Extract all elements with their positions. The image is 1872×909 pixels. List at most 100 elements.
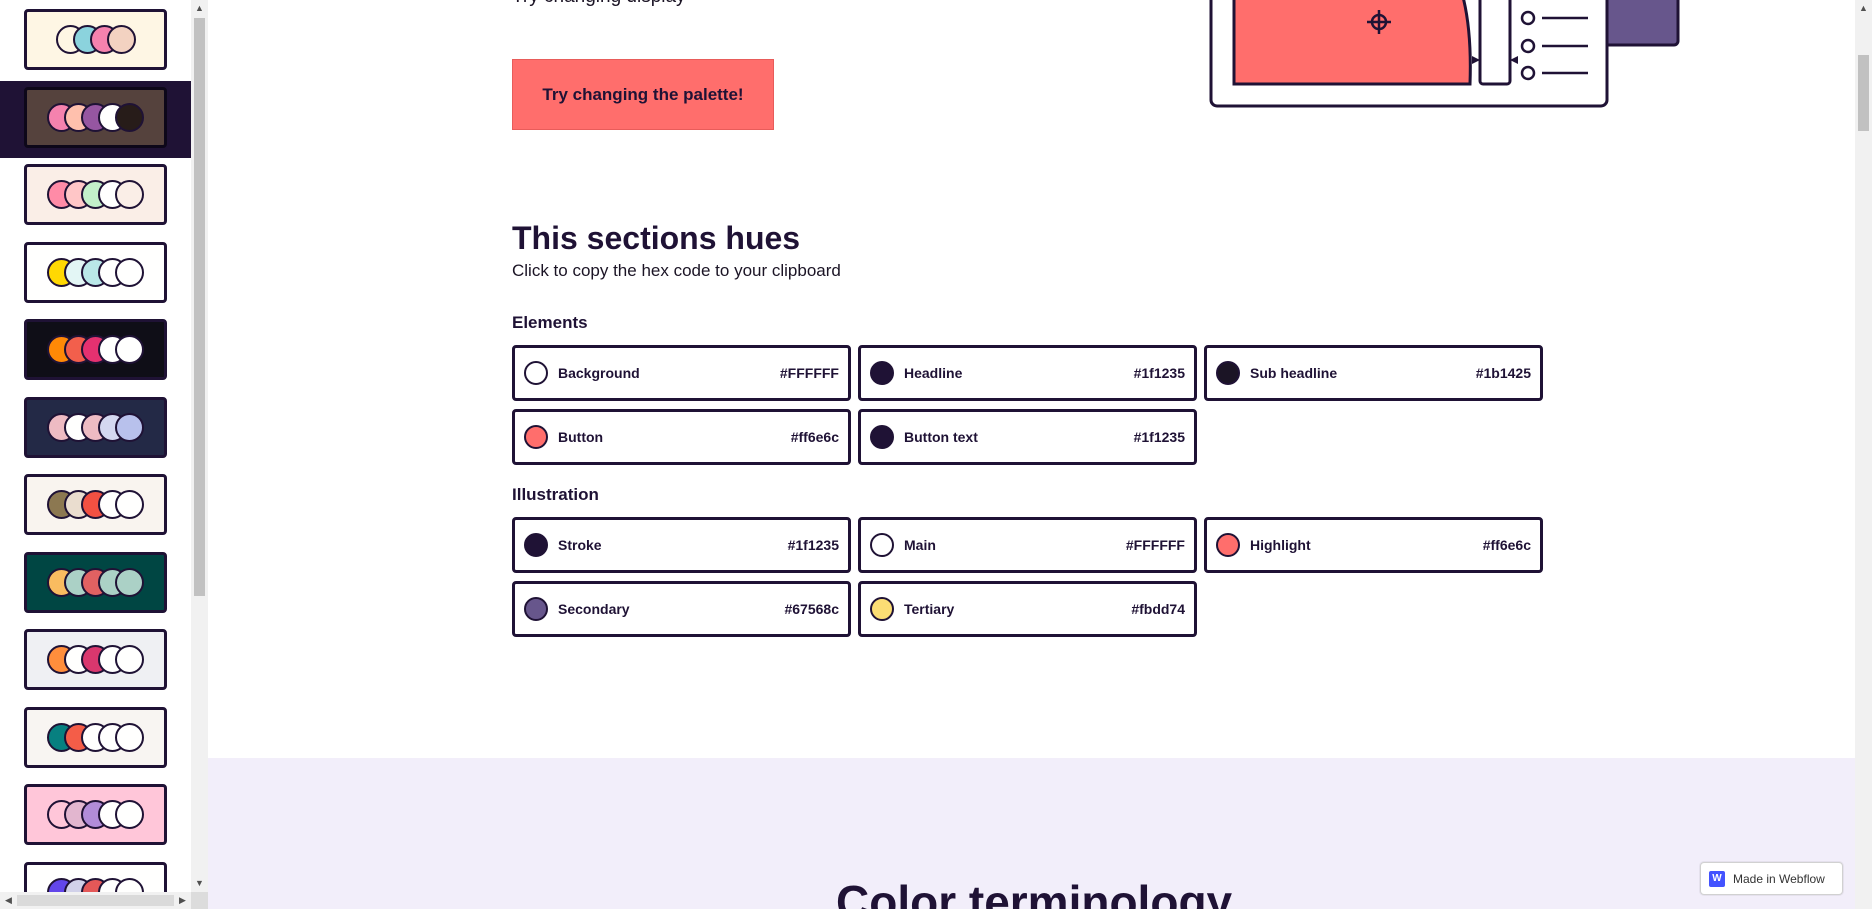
swatch-name: Sub headline: [1250, 365, 1338, 381]
palette-card[interactable]: [24, 629, 167, 690]
palette-card[interactable]: [24, 241, 167, 303]
palette-color-dot: [115, 180, 144, 209]
palette-swatches: [47, 567, 144, 597]
swatch-color-dot: [870, 533, 894, 557]
elements-label: Elements: [512, 313, 588, 332]
webflow-logo-icon: W: [1709, 870, 1725, 887]
palette-option[interactable]: [0, 468, 191, 545]
palette-color-dot: [115, 102, 144, 132]
swatch-color-dot: [524, 597, 548, 621]
palette-swatches: [47, 102, 144, 132]
swatch-color-dot: [524, 533, 548, 557]
swatch-hex: #1f1235: [1133, 429, 1185, 445]
palette-card[interactable]: [24, 706, 167, 768]
swatch-name: Highlight: [1250, 537, 1311, 553]
palette-card[interactable]: [24, 164, 167, 225]
palette-option[interactable]: [0, 158, 191, 235]
palette-card[interactable]: [24, 9, 167, 70]
color-swatch-sub-headline[interactable]: Sub headline #1b1425: [1204, 345, 1543, 401]
swatch-hex: #67568c: [784, 601, 839, 617]
palette-color-dot: [115, 800, 144, 829]
swatch-hex: #1f1235: [1133, 365, 1185, 381]
palette-sidebar: [0, 0, 191, 909]
illustration-label: Illustration: [512, 485, 599, 504]
section-title: This sections hues: [512, 220, 801, 256]
main-scrollbar[interactable]: ▲: [1855, 0, 1872, 909]
palette-swatches: [47, 645, 144, 674]
palette-option[interactable]: [0, 3, 191, 80]
terminology-section: Color terminology: [208, 758, 1855, 909]
swatch-color-dot: [1216, 533, 1240, 557]
palette-card[interactable]: [24, 319, 167, 380]
hero-cut-text: Try changing display: [512, 0, 686, 8]
palette-swatches: [47, 180, 144, 209]
scroll-left-arrow-icon[interactable]: ◀: [0, 892, 17, 909]
palette-option[interactable]: [0, 623, 191, 700]
color-swatch-highlight[interactable]: Highlight #ff6e6c: [1204, 517, 1543, 573]
swatch-color-dot: [870, 425, 894, 449]
swatch-hex: #ff6e6c: [790, 429, 839, 445]
palette-card[interactable]: [24, 474, 167, 535]
sidebar-scrollbar[interactable]: ▲ ▼: [191, 0, 208, 892]
color-swatch-stroke[interactable]: Stroke #1f1235: [512, 517, 851, 573]
palette-option[interactable]: [0, 391, 191, 468]
made-in-webflow-badge[interactable]: W Made in Webflow: [1700, 862, 1843, 895]
swatch-name: Button text: [904, 429, 978, 445]
color-swatch-button[interactable]: Button #ff6e6c: [512, 409, 851, 465]
swatch-name: Headline: [904, 365, 963, 381]
palette-swatches: [47, 722, 144, 752]
color-swatch-headline[interactable]: Headline #1f1235: [858, 345, 1197, 401]
swatch-name: Secondary: [558, 601, 630, 617]
swatch-color-dot: [524, 425, 548, 449]
palette-option[interactable]: [0, 701, 191, 778]
scroll-down-arrow-icon[interactable]: ▼: [191, 875, 208, 892]
color-swatch-button-text[interactable]: Button text #1f1235: [858, 409, 1197, 465]
palette-option[interactable]: [0, 313, 191, 390]
palette-card[interactable]: [24, 551, 167, 613]
try-palette-button[interactable]: Try changing the palette!: [512, 59, 774, 130]
palette-color-dot: [115, 257, 144, 287]
horizontal-scroll-thumb[interactable]: [17, 895, 174, 906]
sidebar-scroll-thumb[interactable]: [194, 18, 205, 596]
swatch-hex: #fbdd74: [1131, 601, 1185, 617]
palette-color-dot: [115, 490, 144, 519]
slider-track-shape: [1478, 0, 1512, 86]
palette-color-dot: [115, 335, 144, 364]
sidebar-horizontal-scrollbar[interactable]: ◀ ▶: [0, 892, 191, 909]
section-subtitle: Click to copy the hex code to your clipb…: [512, 261, 841, 280]
red-area-shape: [1232, 0, 1472, 86]
swatch-name: Stroke: [558, 537, 602, 553]
scroll-right-arrow-icon[interactable]: ▶: [174, 892, 191, 909]
color-swatch-secondary[interactable]: Secondary #67568c: [512, 581, 851, 637]
palette-option[interactable]: [0, 80, 191, 158]
swatch-hex: #ff6e6c: [1482, 537, 1531, 553]
swatch-hex: #1b1425: [1475, 365, 1531, 381]
palette-card[interactable]: [24, 86, 167, 148]
palette-card[interactable]: [24, 784, 167, 845]
webflow-badge-label: Made in Webflow: [1733, 871, 1825, 886]
swatch-color-dot: [870, 361, 894, 385]
swatch-color-dot: [524, 361, 548, 385]
terminology-title: Color terminology: [836, 876, 1233, 909]
scroll-up-arrow-icon[interactable]: ▲: [191, 0, 208, 17]
palette-color-dot: [115, 412, 144, 442]
hero-illustration: [1209, 0, 1680, 108]
swatch-color-dot: [1216, 361, 1240, 385]
swatch-hex: #1f1235: [787, 537, 839, 553]
palette-option[interactable]: [0, 236, 191, 313]
palette-card[interactable]: [24, 396, 167, 458]
palette-option[interactable]: [0, 546, 191, 623]
swatch-hex: #FFFFFF: [1125, 537, 1185, 553]
swatch-color-dot: [870, 597, 894, 621]
palette-swatches: [55, 25, 136, 54]
palette-color-dot: [115, 645, 144, 674]
color-swatch-tertiary[interactable]: Tertiary #fbdd74: [858, 581, 1197, 637]
main-scroll-thumb[interactable]: [1858, 55, 1869, 131]
main-scroll-up-arrow-icon[interactable]: ▲: [1855, 0, 1872, 17]
palette-swatches: [47, 257, 144, 287]
color-swatch-main[interactable]: Main #FFFFFF: [858, 517, 1197, 573]
color-swatch-background[interactable]: Background #FFFFFF: [512, 345, 851, 401]
palette-option[interactable]: [0, 778, 191, 855]
palette-swatches: [47, 335, 144, 364]
main-content: Try changing display Try changing the pa…: [208, 0, 1855, 909]
